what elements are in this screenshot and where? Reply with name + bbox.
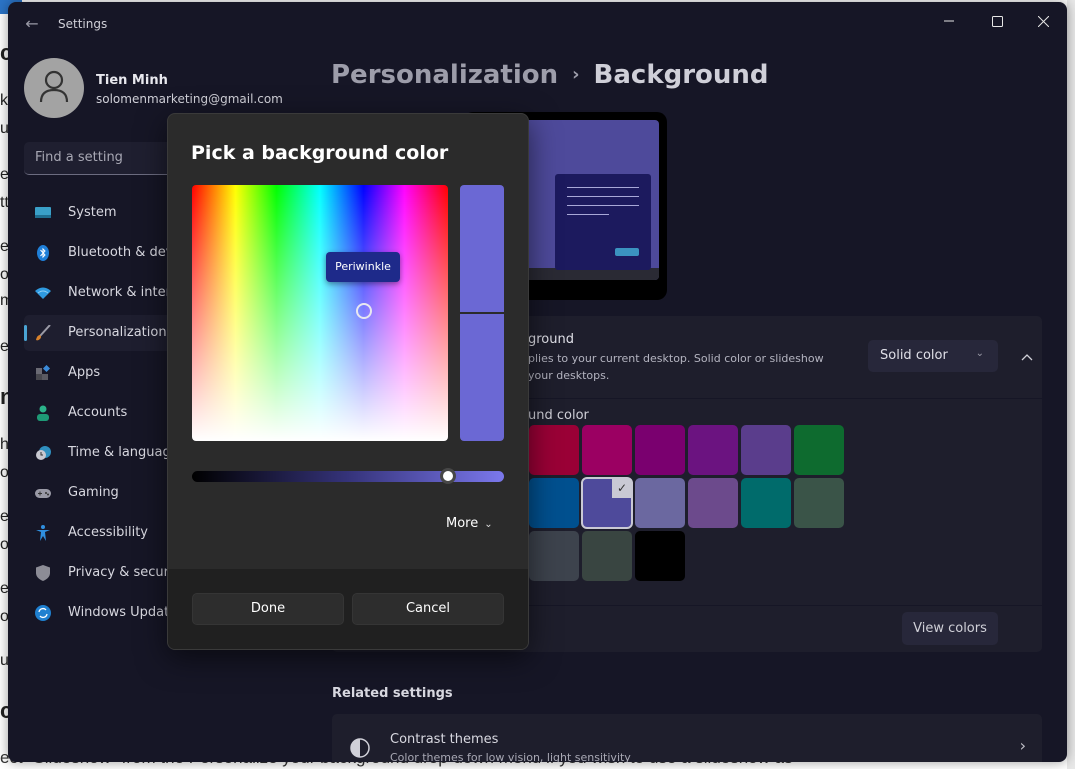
sidebar-item-label: Personalization <box>68 325 167 340</box>
checkmark-icon: ✓ <box>612 478 632 498</box>
color-swatch[interactable]: ✓ <box>581 477 633 529</box>
sidebar-item-label: Gaming <box>68 485 119 500</box>
doc-fragment: k <box>0 92 8 109</box>
color-swatch[interactable] <box>741 478 791 528</box>
color-swatch[interactable] <box>582 425 632 475</box>
color-swatch[interactable] <box>635 478 685 528</box>
value-slider[interactable] <box>192 468 504 484</box>
close-button[interactable] <box>1020 6 1066 36</box>
color-swatch[interactable] <box>794 478 844 528</box>
app-title: Settings <box>58 17 108 31</box>
color-name-tooltip: Periwinkle <box>326 252 400 282</box>
cancel-button[interactable]: Cancel <box>352 593 504 625</box>
contrast-themes-description: Color themes for low vision, light sensi… <box>390 751 631 762</box>
sidebar-item-label: Accounts <box>68 405 128 420</box>
selected-color-preview <box>460 185 504 441</box>
shield-icon <box>36 565 50 581</box>
more-button[interactable]: More ⌄ <box>446 516 493 531</box>
preview-text-line <box>567 196 639 197</box>
maximize-icon <box>991 15 1003 27</box>
doc-right-edge <box>1067 0 1075 769</box>
dialog-footer: Done Cancel <box>168 569 528 649</box>
chevron-up-icon <box>1021 354 1033 361</box>
apps-icon <box>36 365 51 380</box>
minimize-button[interactable] <box>926 6 972 36</box>
bluetooth-icon <box>37 245 49 261</box>
person-icon <box>39 70 69 103</box>
description-line: plies to your current desktop. Solid col… <box>528 352 824 365</box>
sidebar-item-label: Windows Update <box>68 605 178 620</box>
back-button[interactable]: ← <box>22 14 42 34</box>
contrast-themes-title: Contrast themes <box>390 732 499 747</box>
color-picker-dialog: Pick a background color Periwinkle More ⌄… <box>167 113 529 650</box>
contrast-icon <box>350 738 370 758</box>
search-placeholder: Find a setting <box>35 150 123 165</box>
color-swatch[interactable] <box>688 425 738 475</box>
description-line: your desktops. <box>528 369 610 382</box>
wifi-icon <box>35 287 51 299</box>
color-swatch[interactable] <box>688 478 738 528</box>
spectrum-thumb[interactable] <box>356 303 372 319</box>
preview-text-line <box>567 214 609 215</box>
dialog-title: Pick a background color <box>191 142 449 164</box>
title-bar: ← Settings <box>8 2 1067 46</box>
color-spectrum[interactable]: Periwinkle <box>192 185 448 441</box>
active-indicator <box>24 325 27 341</box>
monitor-icon <box>35 207 51 218</box>
back-arrow-icon: ← <box>25 14 39 33</box>
breadcrumb-parent[interactable]: Personalization <box>331 60 558 90</box>
update-icon <box>35 605 51 621</box>
preview-text-line <box>567 187 639 188</box>
view-colors-button[interactable]: View colors <box>902 612 998 645</box>
avatar[interactable] <box>24 58 84 118</box>
user-email: solomenmarketing@gmail.com <box>96 92 283 106</box>
color-swatch[interactable] <box>635 425 685 475</box>
preview-window <box>555 174 651 270</box>
person-icon <box>37 405 49 421</box>
chevron-right-icon: › <box>1019 736 1026 755</box>
minimize-icon <box>944 20 954 22</box>
clock-globe-icon <box>36 446 51 460</box>
contrast-themes-link[interactable]: Contrast themes Color themes for low vis… <box>332 714 1042 762</box>
sidebar-item-label: Accessibility <box>68 525 148 540</box>
background-setting-title: ground <box>528 332 574 347</box>
breadcrumb-separator: › <box>572 64 580 85</box>
chevron-down-icon: ⌄ <box>975 348 984 359</box>
preview-text-line <box>567 205 639 206</box>
sidebar-item-label: Time & language <box>68 445 179 460</box>
user-name: Tien Minh <box>96 73 168 88</box>
done-button[interactable]: Done <box>192 593 344 625</box>
color-swatch[interactable] <box>529 425 579 475</box>
background-setting-description: plies to your current desktop. Solid col… <box>528 350 848 384</box>
background-type-dropdown[interactable]: Solid color ⌄ <box>868 340 998 372</box>
accessibility-icon <box>36 525 50 541</box>
more-label: More <box>446 516 479 531</box>
dropdown-value: Solid color <box>880 348 948 363</box>
color-swatch[interactable] <box>794 425 844 475</box>
sidebar-item-label: Apps <box>68 365 101 380</box>
brush-icon <box>36 325 51 341</box>
colors-label: und color <box>528 408 589 423</box>
color-swatch[interactable] <box>529 478 579 528</box>
chevron-down-icon: ⌄ <box>484 519 493 530</box>
color-swatch[interactable] <box>529 531 579 581</box>
color-swatch[interactable] <box>582 531 632 581</box>
maximize-button[interactable] <box>974 6 1020 36</box>
related-settings-title: Related settings <box>332 686 453 701</box>
collapse-button[interactable] <box>1012 340 1042 372</box>
slider-thumb[interactable] <box>439 468 456 484</box>
close-icon <box>1037 15 1049 27</box>
gamepad-icon <box>35 489 51 498</box>
preview-button <box>615 248 639 256</box>
color-swatch[interactable] <box>635 531 685 581</box>
sidebar-item-label: System <box>68 205 117 220</box>
color-swatch[interactable] <box>741 425 791 475</box>
breadcrumb: Personalization › Background <box>331 60 769 90</box>
page-title: Background <box>593 60 769 90</box>
